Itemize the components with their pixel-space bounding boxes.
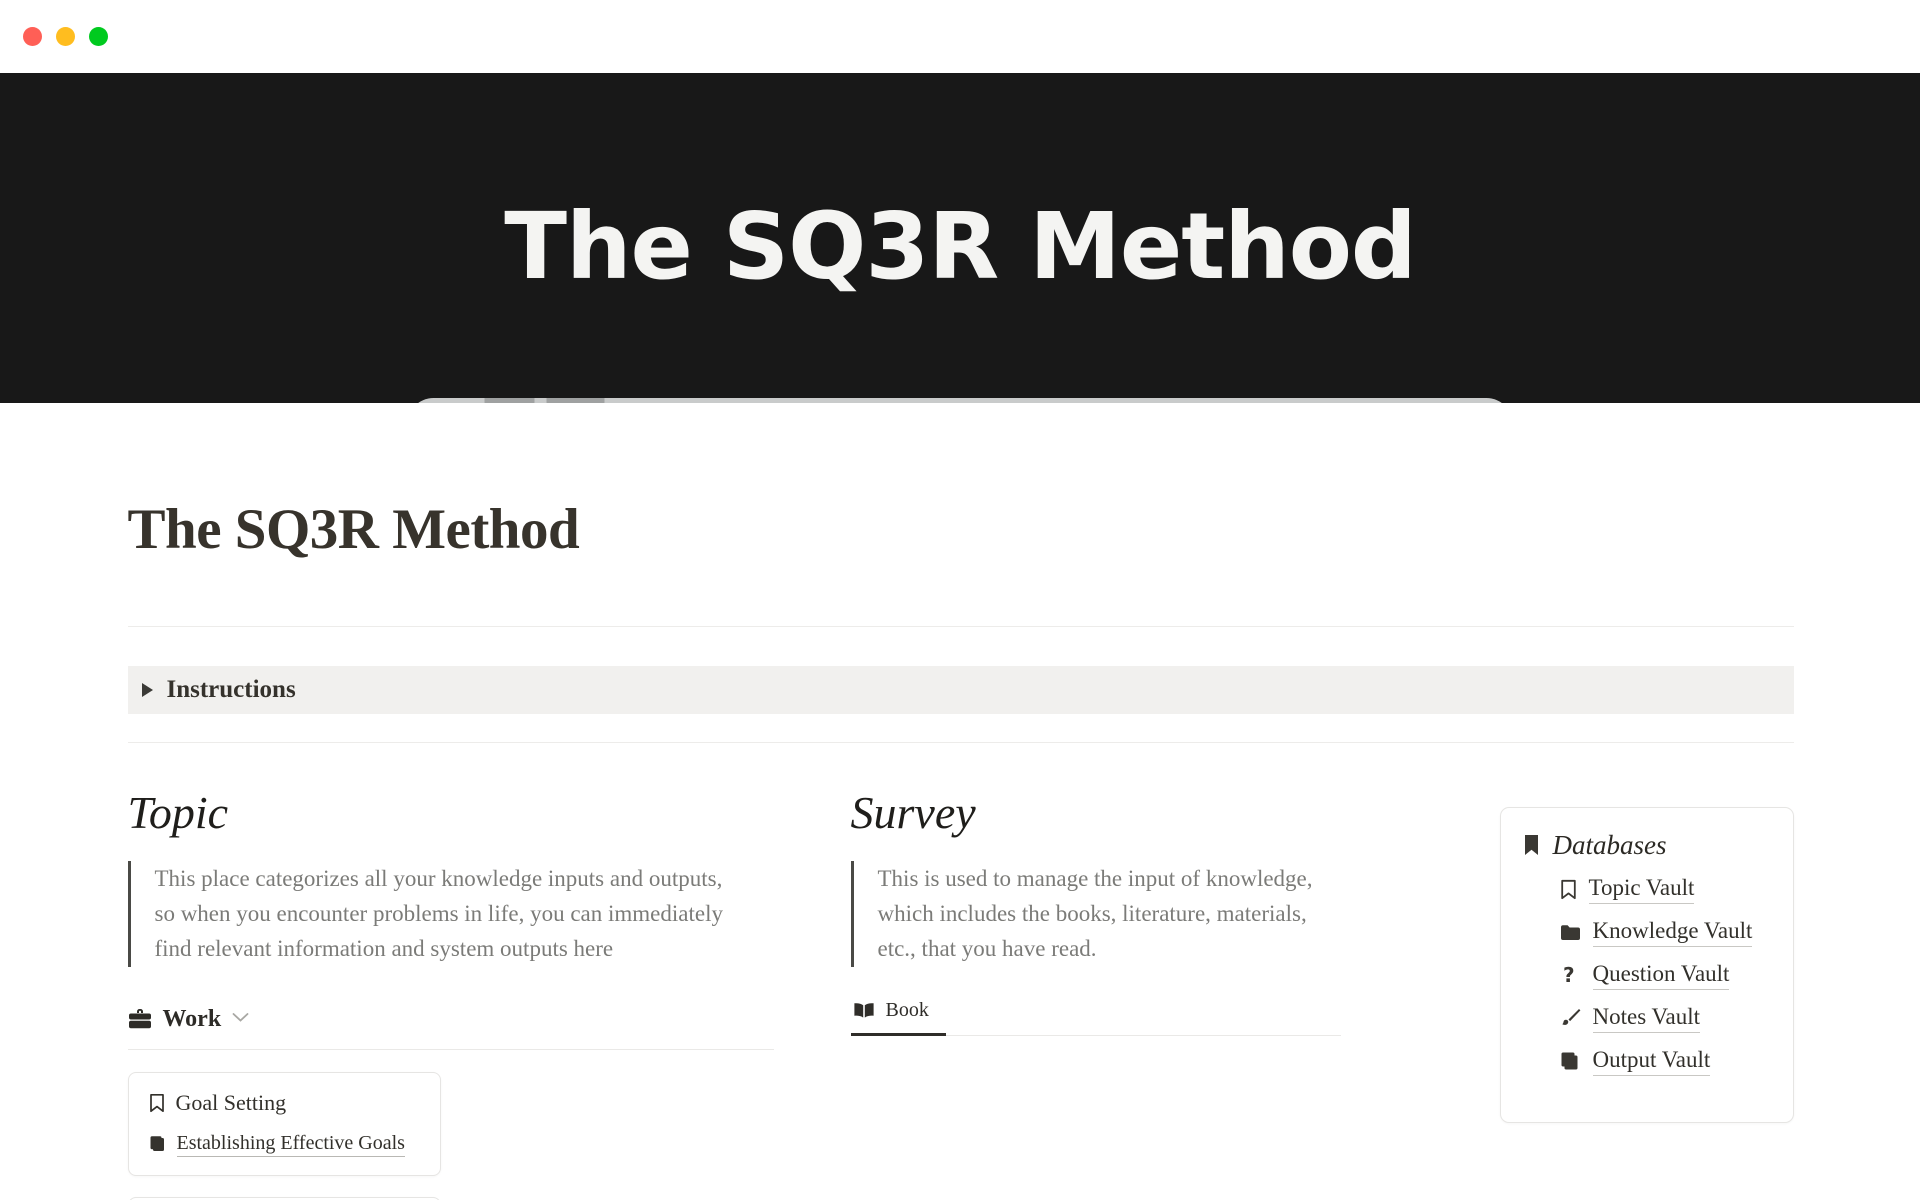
papers-stack-icon (1560, 1051, 1581, 1071)
database-item-knowledge-vault[interactable]: Knowledge Vault (1560, 918, 1771, 947)
topic-card[interactable]: Project management How to Organize Infor (127, 1196, 441, 1200)
maximize-button[interactable] (89, 27, 108, 46)
survey-section: Survey This is used to manage the input … (850, 786, 1341, 1036)
briefcase-icon (128, 1008, 152, 1030)
topic-section: Topic This place categorizes all your kn… (127, 786, 818, 1200)
open-book-icon (853, 1002, 875, 1019)
bookmark-outline-icon (1560, 879, 1577, 900)
databases-heading: Databases (1552, 829, 1667, 860)
traffic-light-group (23, 27, 108, 46)
tab-book[interactable]: Book (850, 998, 946, 1036)
close-button[interactable] (23, 27, 42, 46)
survey-tab-bar: Book (850, 998, 1341, 1036)
question-mark-icon: ? (1560, 965, 1581, 986)
database-item-label: Question Vault (1592, 961, 1730, 990)
hero-banner: The SQ3R Method Topic Survey Database (0, 73, 1920, 403)
chevron-down-icon[interactable] (232, 1010, 249, 1028)
databases-header: Databases (1523, 830, 1771, 861)
page-title: The SQ3R Method (127, 498, 580, 561)
database-item-label: Notes Vault (1592, 1004, 1701, 1033)
page-body: The SQ3R Method Instructions Topic This … (0, 403, 1920, 1200)
database-item-topic-vault[interactable]: Topic Vault (1560, 875, 1771, 904)
topic-heading: Topic (127, 786, 229, 838)
database-item-question-vault[interactable]: ? Question Vault (1560, 961, 1771, 990)
database-item-notes-vault[interactable]: Notes Vault (1560, 1004, 1771, 1033)
bookmark-outline-icon (149, 1093, 165, 1113)
topic-tag-label: Work (162, 1005, 222, 1032)
topic-card-link-row[interactable]: Establishing Effective Goals (149, 1132, 420, 1157)
topic-description: This place categorizes all your knowledg… (127, 860, 738, 967)
divider-below-instructions (127, 741, 1794, 743)
topic-card-title: Goal Setting (175, 1089, 287, 1115)
databases-panel: Databases Topic Vault Knowledge Vault ? … (1499, 806, 1794, 1123)
paintbrush-icon (1560, 1008, 1581, 1028)
survey-description: This is used to manage the input of know… (850, 860, 1331, 967)
topic-card[interactable]: Goal Setting Establishing Effective Goal (127, 1071, 441, 1176)
topic-card-list: Goal Setting Establishing Effective Goal (127, 1071, 774, 1200)
database-item-output-vault[interactable]: Output Vault (1560, 1047, 1771, 1076)
minimize-button[interactable] (56, 27, 75, 46)
folder-icon (1560, 923, 1581, 941)
divider-top (127, 625, 1794, 627)
database-item-label: Topic Vault (1588, 875, 1695, 904)
topic-card-link: Establishing Effective Goals (176, 1132, 405, 1157)
triangle-right-icon[interactable] (141, 682, 153, 697)
svg-text:?: ? (1563, 965, 1575, 986)
topic-tag-selector[interactable]: Work (128, 1006, 818, 1033)
survey-heading: Survey (850, 786, 976, 838)
app-window: The SQ3R Method Topic Survey Database (0, 0, 1920, 1200)
hero-title: The SQ3R Method (504, 193, 1417, 300)
topic-tag-divider (127, 1048, 774, 1050)
tab-book-label: Book (885, 998, 929, 1021)
databases-column: Databases Topic Vault Knowledge Vault ? … (1341, 789, 1794, 1123)
book-stack-icon (149, 1135, 166, 1153)
content-columns: Topic This place categorizes all your kn… (127, 786, 1794, 1200)
bookmark-filled-icon (1523, 834, 1540, 856)
database-item-label: Output Vault (1592, 1047, 1711, 1076)
instructions-toggle[interactable]: Instructions (127, 665, 1794, 714)
window-titlebar (0, 0, 1920, 73)
database-item-label: Knowledge Vault (1592, 918, 1753, 947)
instructions-label: Instructions (166, 675, 296, 703)
